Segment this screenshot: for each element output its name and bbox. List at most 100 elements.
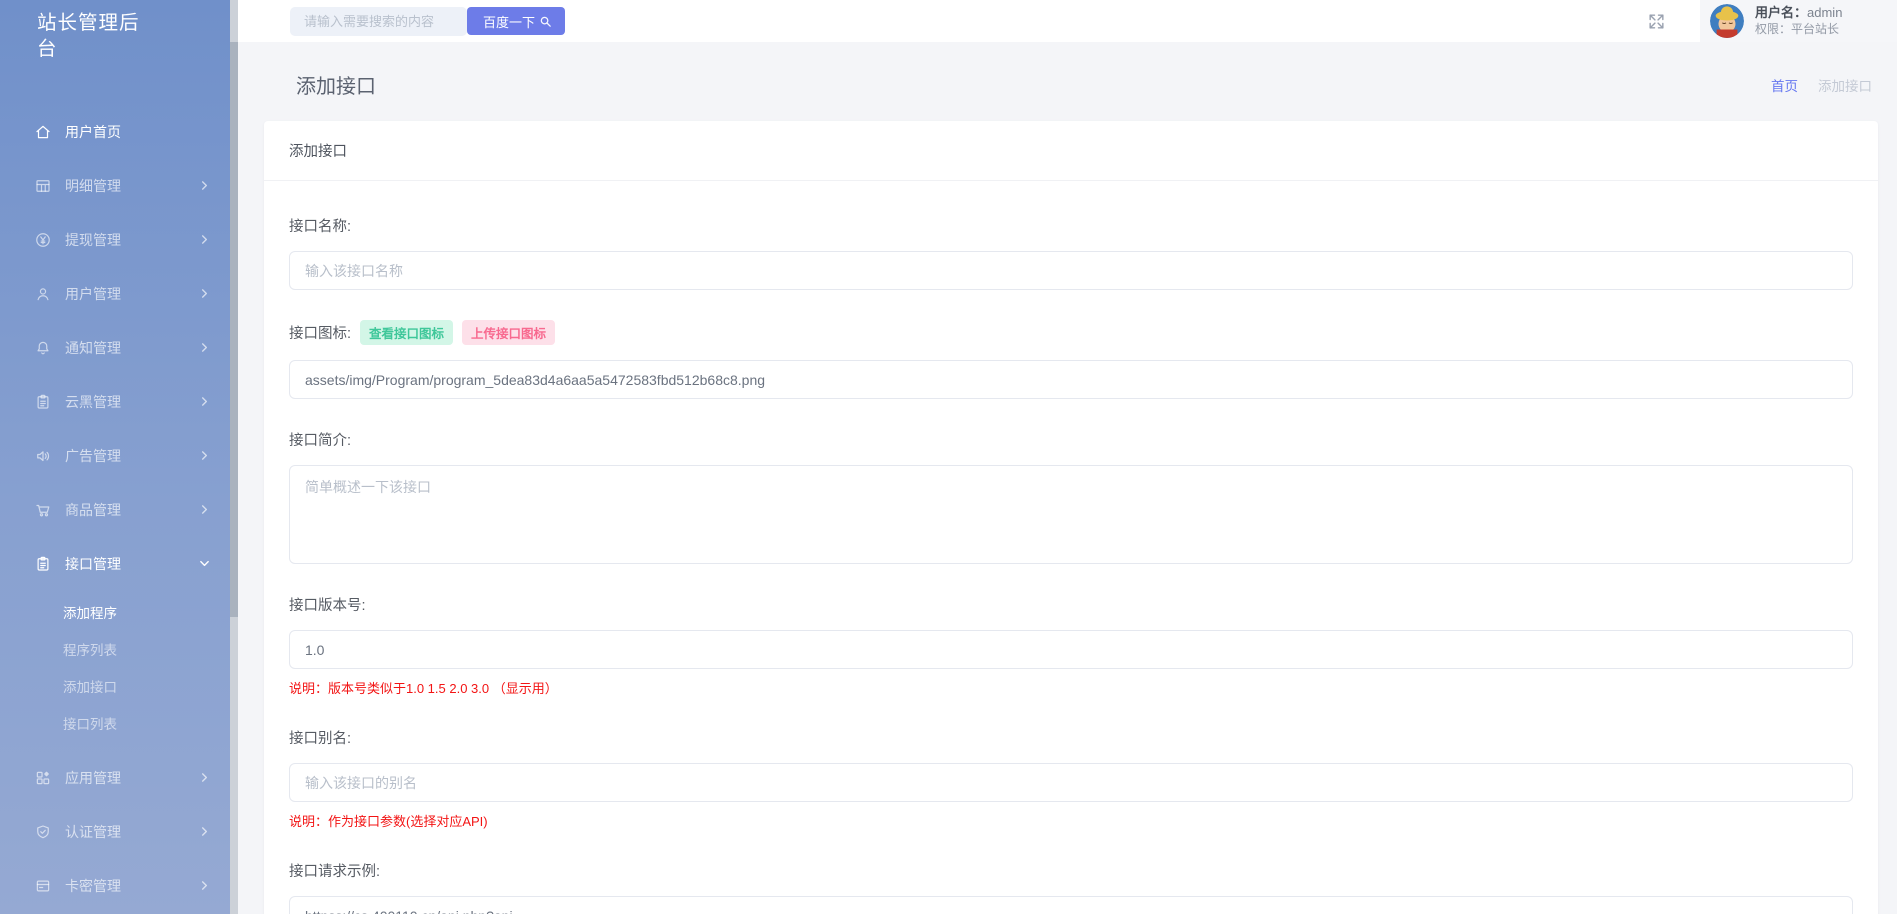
version-note: 说明：版本号类似于1.0 1.5 2.0 3.0 （显示用） [289,678,1853,697]
sidebar-item-detail-management[interactable]: 明细管理 [0,159,230,213]
search-button-label: 百度一下 [483,12,535,31]
sidebar-item-withdraw-management[interactable]: 提现管理 [0,213,230,267]
sidebar-item-label: 明细管理 [65,176,121,196]
sidebar-item-label: 用户首页 [65,122,121,142]
sidebar-item-label: 用户管理 [65,284,121,304]
interface-icon-label: 接口图标: [289,322,351,343]
sidebar-item-goods-management[interactable]: 商品管理 [0,483,230,537]
view-icon-button[interactable]: 查看接口图标 [360,320,453,345]
interface-intro-textarea[interactable] [289,465,1853,564]
sidebar-scrollbar[interactable] [230,0,238,914]
field-interface-icon: 接口图标: 查看接口图标 上传接口图标 [289,320,1853,399]
user-role: 权限：平台站长 [1755,22,1842,37]
topbar-right: 用户名：admin 权限：平台站长 [1647,0,1897,42]
speaker-icon [34,447,52,465]
sidebar-item-label: 卡密管理 [65,876,121,896]
field-interface-version: 接口版本号: 说明：版本号类似于1.0 1.5 2.0 3.0 （显示用） [289,594,1853,697]
interface-submenu: 添加程序 程序列表 添加接口 接口列表 [0,591,230,751]
interface-request-input[interactable] [289,896,1853,914]
sidebar-item-card-management[interactable]: 卡密管理 [0,859,230,913]
sidebar-item-label: 认证管理 [65,822,121,842]
chevron-right-icon [199,396,210,407]
upload-icon-button[interactable]: 上传接口图标 [462,320,555,345]
interface-icon-input[interactable] [289,360,1853,399]
add-interface-card: 添加接口 接口名称: 接口图标: 查看接口图标 上传接口图标 [264,121,1878,914]
user-menu[interactable]: 用户名：admin 权限：平台站长 [1700,0,1897,42]
shield-check-icon [34,823,52,841]
sidebar-scrollbar-thumb[interactable] [230,42,238,617]
user-icon [34,285,52,303]
magnifier-icon [538,14,553,29]
sidebar-item-user-management[interactable]: 用户管理 [0,267,230,321]
alias-note: 说明：作为接口参数(选择对应API) [289,811,1853,830]
yen-circle-icon [34,231,52,249]
sidebar-menu: 用户首页 明细管理 提现管理 用户管理 通知管理 [0,105,230,914]
interface-name-input[interactable] [289,251,1853,290]
sidebar-item-notice-management[interactable]: 通知管理 [0,321,230,375]
clipboard-icon [34,393,52,411]
breadcrumb-home[interactable]: 首页 [1771,75,1798,95]
sidebar-item-app-management[interactable]: 应用管理 [0,751,230,805]
submenu-item-interface-list[interactable]: 接口列表 [0,706,230,743]
user-meta: 用户名：admin 权限：平台站长 [1755,5,1842,36]
sidebar-item-label: 通知管理 [65,338,121,358]
avatar [1710,4,1744,38]
interface-version-label: 接口版本号: [289,594,366,615]
chevron-right-icon [199,772,210,783]
topbar: 百度一下 用户名：admin 权限：平台站长 [238,0,1897,42]
bell-icon [34,339,52,357]
search-button[interactable]: 百度一下 [467,7,565,35]
submenu-item-add-interface[interactable]: 添加接口 [0,669,230,706]
sidebar-item-interface-management[interactable]: 接口管理 [0,537,230,591]
cart-icon [34,501,52,519]
chevron-right-icon [199,342,210,353]
sidebar-item-auth-management[interactable]: 认证管理 [0,805,230,859]
apps-icon [34,769,52,787]
sidebar-item-label: 接口管理 [65,554,121,574]
sidebar: 站长管理后台 用户首页 明细管理 提现管理 用户管理 [0,0,230,914]
search-box: 百度一下 [290,7,565,36]
breadcrumb: 首页 添加接口 [1771,75,1872,95]
interface-request-label: 接口请求示例: [289,860,380,881]
chevron-right-icon [199,880,210,891]
home-icon [34,123,52,141]
sidebar-item-blacklist-management[interactable]: 云黑管理 [0,375,230,429]
interface-intro-label: 接口简介: [289,429,351,450]
interface-version-input[interactable] [289,630,1853,669]
chevron-right-icon [199,180,210,191]
app-logo: 站长管理后台 [0,0,150,63]
field-interface-request: 接口请求示例: 说明：接口请求示例（显示用）如httpss://cs.40011… [289,860,1853,914]
chevron-right-icon [199,450,210,461]
card-title: 添加接口 [264,121,1878,181]
sidebar-item-label: 云黑管理 [65,392,121,412]
chevron-right-icon [199,288,210,299]
chevron-right-icon [199,504,210,515]
submenu-item-program-list[interactable]: 程序列表 [0,632,230,669]
interface-alias-input[interactable] [289,763,1853,802]
table-icon [34,177,52,195]
interface-icon-label-row: 接口图标: 查看接口图标 上传接口图标 [289,320,1853,345]
submenu-item-add-program[interactable]: 添加程序 [0,595,230,632]
field-interface-name: 接口名称: [289,215,1853,290]
clipboard-icon [34,555,52,573]
card-icon [34,877,52,895]
main-area: 百度一下 用户名：admin 权限：平台站长 [238,0,1897,914]
page-title: 添加接口 [296,70,376,99]
sidebar-item-label: 提现管理 [65,230,121,250]
breadcrumb-current: 添加接口 [1818,75,1872,95]
field-interface-intro: 接口简介: [289,429,1853,564]
field-interface-alias: 接口别名: 说明：作为接口参数(选择对应API) [289,727,1853,830]
chevron-down-icon [199,558,210,569]
user-name: 用户名：admin [1755,5,1842,21]
interface-alias-label: 接口别名: [289,727,351,748]
search-input[interactable] [290,7,467,36]
sidebar-item-label: 商品管理 [65,500,121,520]
page-content: 添加接口 首页 添加接口 添加接口 接口名称: 接口图标: [238,42,1897,914]
sidebar-item-label: 广告管理 [65,446,121,466]
chevron-right-icon [199,826,210,837]
sidebar-item-user-home[interactable]: 用户首页 [0,105,230,159]
sidebar-item-ad-management[interactable]: 广告管理 [0,429,230,483]
page-head: 添加接口 首页 添加接口 [264,42,1878,121]
interface-name-label: 接口名称: [289,215,351,236]
fullscreen-icon[interactable] [1647,12,1666,31]
